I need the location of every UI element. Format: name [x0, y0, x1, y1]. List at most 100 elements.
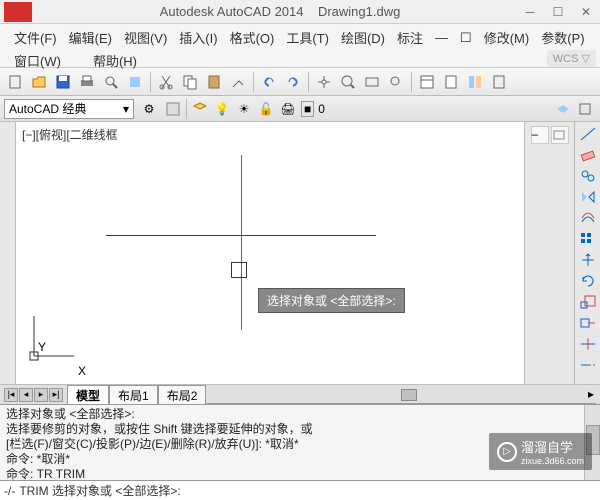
- menu-tools[interactable]: 工具(T): [280, 26, 335, 49]
- menu-format[interactable]: 格式(O): [224, 26, 281, 49]
- rotate-icon[interactable]: [577, 271, 599, 291]
- menu-window[interactable]: 窗口(W): [8, 49, 67, 72]
- viewport-label[interactable]: [−][俯视][二维线框: [22, 126, 118, 143]
- undo-icon[interactable]: [258, 71, 280, 93]
- new-icon[interactable]: [4, 71, 26, 93]
- title-bar: Autodesk AutoCAD 2014 Drawing1.dwg ─ ☐ ✕: [0, 0, 600, 24]
- lightbulb-icon[interactable]: 💡: [211, 98, 233, 120]
- calc-icon[interactable]: [488, 71, 510, 93]
- dynamic-input-tooltip: 选择对象或 <全部选择>:: [258, 288, 405, 313]
- scroll-right-icon[interactable]: ▸: [588, 387, 594, 401]
- match-icon[interactable]: [227, 71, 249, 93]
- window-title: Autodesk AutoCAD 2014 Drawing1.dwg: [40, 4, 520, 19]
- viewcube-panel: – WCS ▽: [524, 122, 574, 384]
- separator: [253, 72, 254, 92]
- layer-manager-icon[interactable]: [189, 98, 211, 120]
- modify-toolbar: [574, 122, 600, 384]
- layer-color-swatch[interactable]: ■: [301, 101, 314, 117]
- menu-help[interactable]: 帮助(H): [87, 49, 143, 72]
- separator: [186, 99, 187, 119]
- watermark: ▷ 溜溜自学 zixue.3d66.com: [489, 433, 592, 470]
- array-icon[interactable]: [577, 229, 599, 249]
- input-prefix: -/-: [4, 484, 15, 498]
- trim-icon[interactable]: [577, 334, 599, 354]
- play-icon: ▷: [497, 442, 517, 462]
- main-area: [−][俯视][二维线框 选择对象或 <全部选择>: Y X – WCS ▽: [0, 122, 600, 384]
- tab-nav: |◂ ◂ ▸ ▸|: [4, 388, 63, 402]
- menu-modify[interactable]: 修改(M): [478, 26, 536, 49]
- separator: [150, 72, 151, 92]
- sheet-icon[interactable]: [440, 71, 462, 93]
- menu-view[interactable]: 视图(V): [118, 26, 173, 49]
- workspace-bar: AutoCAD 经典 ▾ ⚙ 💡 ☀ 🔓 🖨 ■ 0: [0, 96, 600, 122]
- tab-next-icon[interactable]: ▸: [34, 388, 48, 402]
- workspace-icon[interactable]: [162, 98, 184, 120]
- pan-icon[interactable]: [313, 71, 335, 93]
- menu-draw[interactable]: 绘图(D): [335, 26, 391, 49]
- zoom-icon[interactable]: [337, 71, 359, 93]
- wcs-badge[interactable]: WCS ▽: [547, 50, 596, 67]
- tab-layout1[interactable]: 布局1: [109, 385, 158, 405]
- lock-icon[interactable]: 🔓: [255, 98, 277, 120]
- scroll-thumb-h[interactable]: [401, 389, 417, 401]
- layer-state-icon[interactable]: [552, 98, 574, 120]
- tab-layout2[interactable]: 布局2: [158, 385, 207, 405]
- tab-model[interactable]: 模型: [67, 385, 109, 405]
- standard-toolbar: [0, 68, 600, 96]
- crosshair-vertical: [241, 155, 242, 330]
- minimize-button[interactable]: ─: [520, 3, 540, 21]
- pickbox-cursor: [231, 262, 247, 278]
- gear-icon[interactable]: ⚙: [138, 98, 160, 120]
- sun-icon[interactable]: ☀: [233, 98, 255, 120]
- offset-icon[interactable]: [577, 208, 599, 228]
- menu-doc-max[interactable]: ☐: [454, 28, 478, 48]
- paste-icon[interactable]: [203, 71, 225, 93]
- nav-home-icon[interactable]: [551, 126, 569, 144]
- menu-insert[interactable]: 插入(I): [173, 26, 223, 49]
- cut-icon[interactable]: [155, 71, 177, 93]
- erase-icon[interactable]: [577, 145, 599, 165]
- separator: [411, 72, 412, 92]
- menu-doc-min[interactable]: —: [429, 28, 454, 47]
- line-icon[interactable]: [577, 124, 599, 144]
- zoom-window-icon[interactable]: [361, 71, 383, 93]
- properties-icon[interactable]: [416, 71, 438, 93]
- menu-dimension[interactable]: 标注: [391, 26, 429, 49]
- window-controls: ─ ☐ ✕: [520, 3, 596, 21]
- mirror-icon[interactable]: [577, 187, 599, 207]
- close-button[interactable]: ✕: [576, 3, 596, 21]
- menu-params[interactable]: 参数(P): [535, 26, 590, 49]
- app-icon[interactable]: [4, 2, 32, 22]
- tab-last-icon[interactable]: ▸|: [49, 388, 63, 402]
- left-toolbar: [0, 122, 16, 384]
- preview-icon[interactable]: [100, 71, 122, 93]
- open-icon[interactable]: [28, 71, 50, 93]
- maximize-button[interactable]: ☐: [548, 3, 568, 21]
- separator: [308, 72, 309, 92]
- print-icon[interactable]: [76, 71, 98, 93]
- command-line: 选择对象或 <全部选择>:: [6, 407, 594, 422]
- copy-icon[interactable]: [179, 71, 201, 93]
- extend-icon[interactable]: [577, 355, 599, 375]
- workspace-dropdown[interactable]: AutoCAD 经典 ▾: [4, 99, 134, 119]
- publish-icon[interactable]: [124, 71, 146, 93]
- redo-icon[interactable]: [282, 71, 304, 93]
- copy-obj-icon[interactable]: [577, 166, 599, 186]
- command-input-bar[interactable]: -/- TRIM 选择对象或 <全部选择>:: [0, 480, 600, 500]
- scale-icon[interactable]: [577, 292, 599, 312]
- tab-prev-icon[interactable]: ◂: [19, 388, 33, 402]
- zoom-prev-icon[interactable]: [385, 71, 407, 93]
- ucs-x-label: X: [78, 364, 86, 378]
- layer-filter-icon[interactable]: [574, 98, 596, 120]
- plot-icon[interactable]: 🖨: [277, 98, 299, 120]
- tool-palette-icon[interactable]: [464, 71, 486, 93]
- tab-first-icon[interactable]: |◂: [4, 388, 18, 402]
- drawing-canvas[interactable]: [−][俯视][二维线框 选择对象或 <全部选择>: Y X: [16, 122, 524, 384]
- stretch-icon[interactable]: [577, 313, 599, 333]
- menu-file[interactable]: 文件(F): [8, 26, 63, 49]
- watermark-url: zixue.3d66.com: [521, 456, 584, 466]
- nav-minimize-icon[interactable]: –: [531, 126, 549, 144]
- save-icon[interactable]: [52, 71, 74, 93]
- menu-edit[interactable]: 编辑(E): [63, 26, 118, 49]
- move-icon[interactable]: [577, 250, 599, 270]
